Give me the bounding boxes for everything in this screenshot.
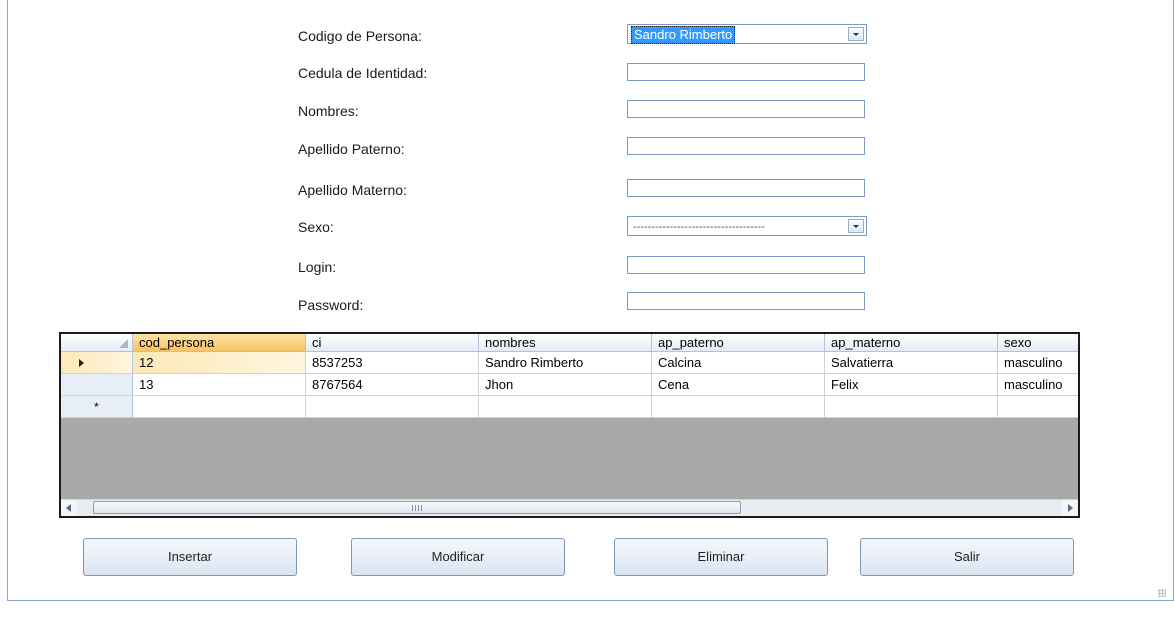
scroll-thumb[interactable] [93,501,741,514]
row-header-current[interactable] [61,352,133,374]
column-header-cod-persona[interactable]: cod_persona [133,334,306,352]
label-codigo-persona: Codigo de Persona: [298,28,422,44]
cell-ap-materno[interactable]: Salvatierra [825,352,998,374]
scroll-right-icon[interactable] [1062,500,1078,516]
table-row[interactable]: 12 8537253 Sandro Rimberto Calcina Salva… [61,352,1078,374]
modificar-button[interactable]: Modificar [351,538,565,576]
insertar-button[interactable]: Insertar [83,538,297,576]
new-cell[interactable] [825,396,998,418]
table-row[interactable]: 13 8767564 Jhon Cena Felix masculino [61,374,1078,396]
login-input[interactable] [627,256,865,274]
personas-grid[interactable]: cod_persona ci nombres ap_paterno ap_mat… [59,332,1080,518]
new-cell[interactable] [133,396,306,418]
cell-sexo[interactable]: masculino [998,374,1078,396]
cell-ci[interactable]: 8537253 [306,352,479,374]
label-login: Login: [298,259,337,275]
column-header-sexo[interactable]: sexo [998,334,1078,352]
column-header-nombres[interactable]: nombres [479,334,652,352]
codigo-persona-value: Sandro Rimberto [631,26,736,44]
nombres-input[interactable] [627,100,865,118]
password-input[interactable] [627,292,865,310]
label-cedula: Cedula de Identidad: [298,65,428,81]
sexo-combo[interactable]: ------------------------------------ [627,216,867,236]
cell-nombres[interactable]: Jhon [479,374,652,396]
label-password: Password: [298,297,364,313]
cell-ap-paterno[interactable]: Cena [652,374,825,396]
new-cell[interactable] [652,396,825,418]
cell-sexo[interactable]: masculino [998,352,1078,374]
codigo-persona-combo[interactable]: Sandro Rimberto [627,24,867,44]
new-cell[interactable] [998,396,1078,418]
column-header-ap-paterno[interactable]: ap_paterno [652,334,825,352]
resize-grip-icon[interactable] [1158,589,1166,597]
eliminar-button[interactable]: Eliminar [614,538,828,576]
column-header-ap-materno[interactable]: ap_materno [825,334,998,352]
label-sexo: Sexo: [298,219,334,235]
label-nombres: Nombres: [298,103,359,119]
new-row[interactable]: * [61,396,1078,418]
cell-nombres[interactable]: Sandro Rimberto [479,352,652,374]
scroll-left-icon[interactable] [61,500,77,516]
apellido-paterno-input[interactable] [627,137,865,155]
cedula-input[interactable] [627,63,865,81]
new-cell[interactable] [306,396,479,418]
salir-button[interactable]: Salir [860,538,1074,576]
grip-icon [412,505,422,511]
row-header[interactable] [61,374,133,396]
select-all-corner[interactable] [61,334,133,352]
current-row-arrow-icon [79,359,84,367]
sexo-value: ------------------------------------ [633,221,765,233]
new-cell[interactable] [479,396,652,418]
column-header-ci[interactable]: ci [306,334,479,352]
cell-ap-paterno[interactable]: Calcina [652,352,825,374]
new-row-marker[interactable]: * [61,396,133,418]
cell-ap-materno[interactable]: Felix [825,374,998,396]
horizontal-scrollbar[interactable] [61,499,1078,516]
apellido-materno-input[interactable] [627,179,865,197]
chevron-down-icon[interactable] [848,27,864,41]
label-apellido-materno: Apellido Materno: [298,182,407,198]
label-apellido-paterno: Apellido Paterno: [298,141,405,157]
cell-cod-persona[interactable]: 12 [133,352,306,374]
cell-cod-persona[interactable]: 13 [133,374,306,396]
chevron-down-icon[interactable] [848,219,864,233]
cell-ci[interactable]: 8767564 [306,374,479,396]
grid-header: cod_persona ci nombres ap_paterno ap_mat… [61,334,1078,352]
